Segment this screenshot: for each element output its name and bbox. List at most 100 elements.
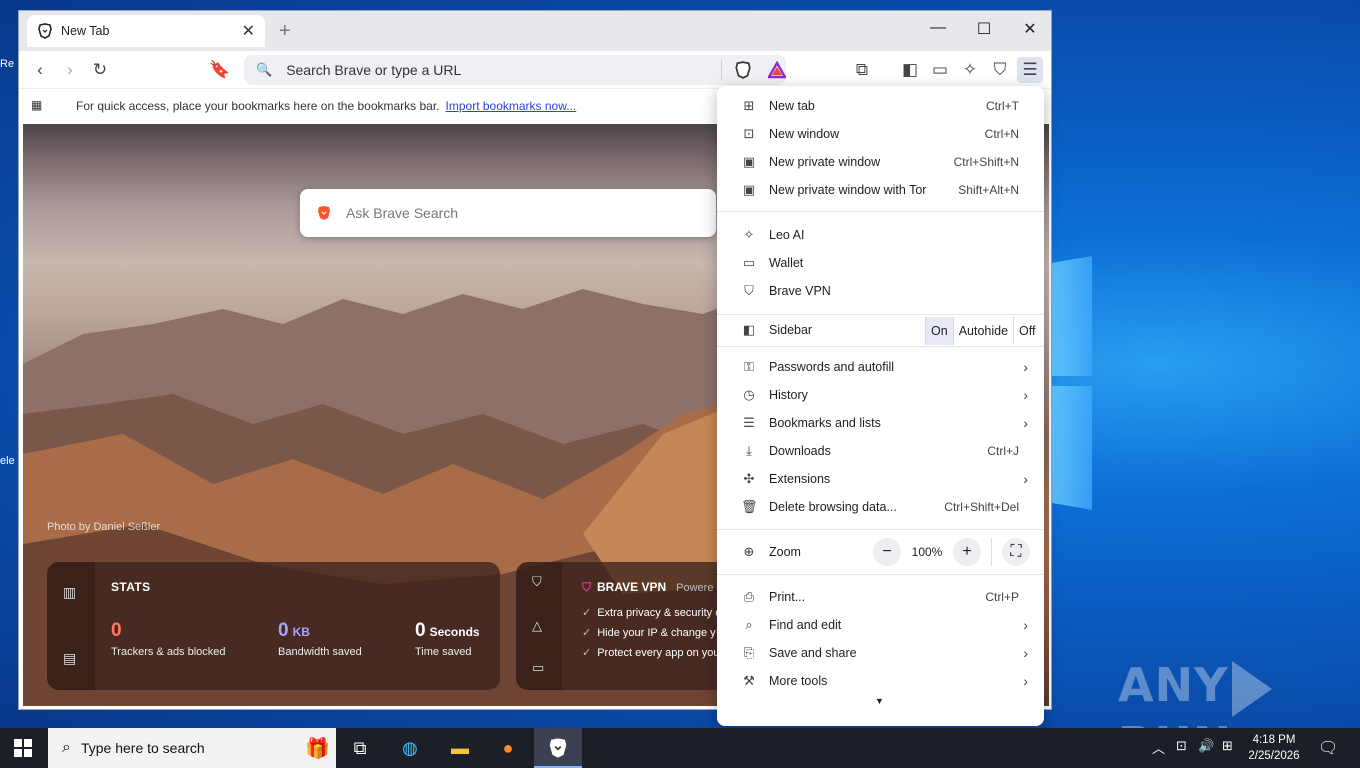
fullscreen-button[interactable]: ⛶ [1002,538,1030,566]
new-tab-icon: ⊞ [743,98,755,113]
chevron-right-icon: › [1023,617,1028,633]
zoom-icon: ⊕ [743,544,755,559]
bookmark-icon[interactable]: 🔖 [209,59,231,81]
ime-icon[interactable]: ⊞ [1222,738,1233,754]
stats-widget: ▥ ▤ STATS 0 Trackers & ads blocked 0 KB B… [47,562,500,690]
photo-credit[interactable]: Photo by Daniel Seßler [47,521,160,533]
bandwidth-label: Bandwidth saved [278,646,362,658]
time-label: Time saved [415,646,472,658]
menu-save-and-share[interactable]: ⎘ Save and share › [717,639,1044,667]
menu-bookmarks[interactable]: ☰ Bookmarks and lists › [717,409,1044,437]
firefox-icon[interactable]: ● [494,734,522,762]
sidebar-mode-toggle: On Autohide Off [925,316,1041,346]
stats-chart-icon[interactable]: ▥ [63,584,76,601]
desktop-icon[interactable]: Re [0,58,20,70]
menu-wallet[interactable]: ▭ Wallet [717,249,1044,277]
zoom-in-button[interactable]: + [953,538,981,566]
menu-passwords[interactable]: ⚿ Passwords and autofill › [717,353,1044,381]
menu-new-private-window[interactable]: ▣ New private window Ctrl+Shift+N [717,148,1044,176]
time-value: 0 [415,620,426,641]
menu-leo-ai[interactable]: ✧ Leo AI [717,221,1044,249]
trash-icon: 🗑 [741,499,758,514]
menu-brave-vpn[interactable]: ⛉ Brave VPN [717,277,1044,305]
menu-new-tor-window[interactable]: ▣ New private window with Tor Shift+Alt+N [717,176,1044,204]
vpn-rail: ⛉ △ ▭ [516,562,562,690]
leo-icon[interactable]: ✧ [959,59,981,81]
vpn-feature: ✓ Extra privacy & security o [582,607,722,619]
save-share-icon: ⎘ [743,645,755,660]
menu-delete-browsing-data[interactable]: 🗑 Delete browsing data... Ctrl+Shift+Del [717,493,1044,521]
menu-find-and-edit[interactable]: ⌕ Find and edit › [717,611,1044,639]
edge-icon[interactable]: ◍ [396,734,424,762]
vpn-icon[interactable]: ⛉ [989,59,1011,81]
address-bar[interactable]: 🔍 Search Brave or type a URL [244,55,786,85]
task-view-icon[interactable]: ⧉ [346,734,374,762]
sidebar-on-option[interactable]: On [926,317,953,345]
history-icon: ◷ [743,387,755,402]
menu-history[interactable]: ◷ History › [717,381,1044,409]
bandwidth-unit: KB [292,625,310,639]
close-window-button[interactable]: ✕ [1007,19,1051,39]
back-icon[interactable]: ‹ [29,59,51,81]
start-button[interactable] [14,739,32,757]
scroll-down-icon[interactable]: ▼ [875,696,884,706]
import-bookmarks-link[interactable]: Import bookmarks now... [446,99,577,113]
bookmarks-icon: ☰ [743,415,755,430]
file-explorer-icon[interactable]: ▬ [446,734,474,762]
omnibox-divider [721,60,722,80]
menu-print[interactable]: ⎙ Print... Ctrl+P [717,583,1044,611]
check-icon: ✓ [582,607,592,619]
zoom-level: 100% [911,545,943,559]
show-hidden-icons[interactable]: ︿ [1152,738,1165,757]
desktop-icon[interactable]: ele [0,455,20,467]
maximize-button[interactable]: ☐ [961,19,1007,39]
menu-more-tools[interactable]: ⚒ More tools › [717,667,1044,695]
minimize-button[interactable]: — [915,19,961,37]
tab-new-tab[interactable]: New Tab ✕ [27,15,265,47]
sidebar-off-option[interactable]: Off [1014,317,1040,345]
chevron-right-icon: › [1023,471,1028,487]
menu-extensions[interactable]: ✣ Extensions › [717,465,1044,493]
close-tab-icon[interactable]: ✕ [242,21,255,41]
menu-divider [717,574,1044,575]
zoom-out-button[interactable]: − [873,538,901,566]
menu-new-tab[interactable]: ⊞ New tab Ctrl+T [717,92,1044,120]
app-menu-icon[interactable]: ☰ [1017,57,1043,83]
tab-search-icon[interactable]: ⧉ [851,59,873,81]
chevron-right-icon: › [1023,359,1028,375]
clock[interactable]: 4:18 PM 2/25/2026 [1244,732,1304,764]
menu-downloads[interactable]: ⤓ Downloads Ctrl+J [717,437,1044,465]
brave-shields-icon[interactable] [734,61,752,79]
sidebar-toggle-icon[interactable]: ◧ [899,59,921,81]
menu-divider [717,314,1044,315]
reload-icon[interactable]: ↻ [89,59,111,81]
talk-icon[interactable]: ▭ [532,660,544,676]
new-window-icon: ⊡ [743,126,755,141]
rewards-icon[interactable]: △ [532,618,542,634]
forward-icon[interactable]: › [59,59,81,81]
time-unit: Seconds [429,625,480,639]
wallet-icon[interactable]: ▭ [929,59,951,81]
brave-rewards-icon[interactable] [768,61,786,79]
menu-divider [717,346,1044,347]
clock-date: 2/25/2026 [1248,750,1300,762]
taskbar-search[interactable]: ⌕ Type here to search 🎁 [48,728,336,768]
apps-grid-icon[interactable]: ▦ [31,98,42,112]
new-tab-button[interactable]: + [279,20,291,43]
key-icon: ⚿ [744,359,754,374]
trackers-value: 0 [111,620,122,641]
volume-icon[interactable]: 🔊 [1198,738,1214,754]
notification-icon[interactable]: 🗨 [1318,738,1338,758]
menu-new-window[interactable]: ⊡ New window Ctrl+N [717,120,1044,148]
network-icon[interactable]: ⊡ [1176,738,1187,754]
vpn-icon: ⛉ [744,283,754,298]
shield-icon[interactable]: ⛉ [532,574,542,590]
news-icon[interactable]: ▤ [63,650,76,667]
search-icon: ⌕ [62,739,71,756]
chevron-right-icon: › [1023,673,1028,689]
brave-search-icon [318,206,330,220]
sidebar-autohide-option[interactable]: Autohide [954,317,1013,345]
brave-taskbar-button[interactable] [534,728,582,768]
brave-search-box[interactable]: Ask Brave Search [300,189,716,237]
widget-rail: ▥ ▤ [47,562,95,690]
